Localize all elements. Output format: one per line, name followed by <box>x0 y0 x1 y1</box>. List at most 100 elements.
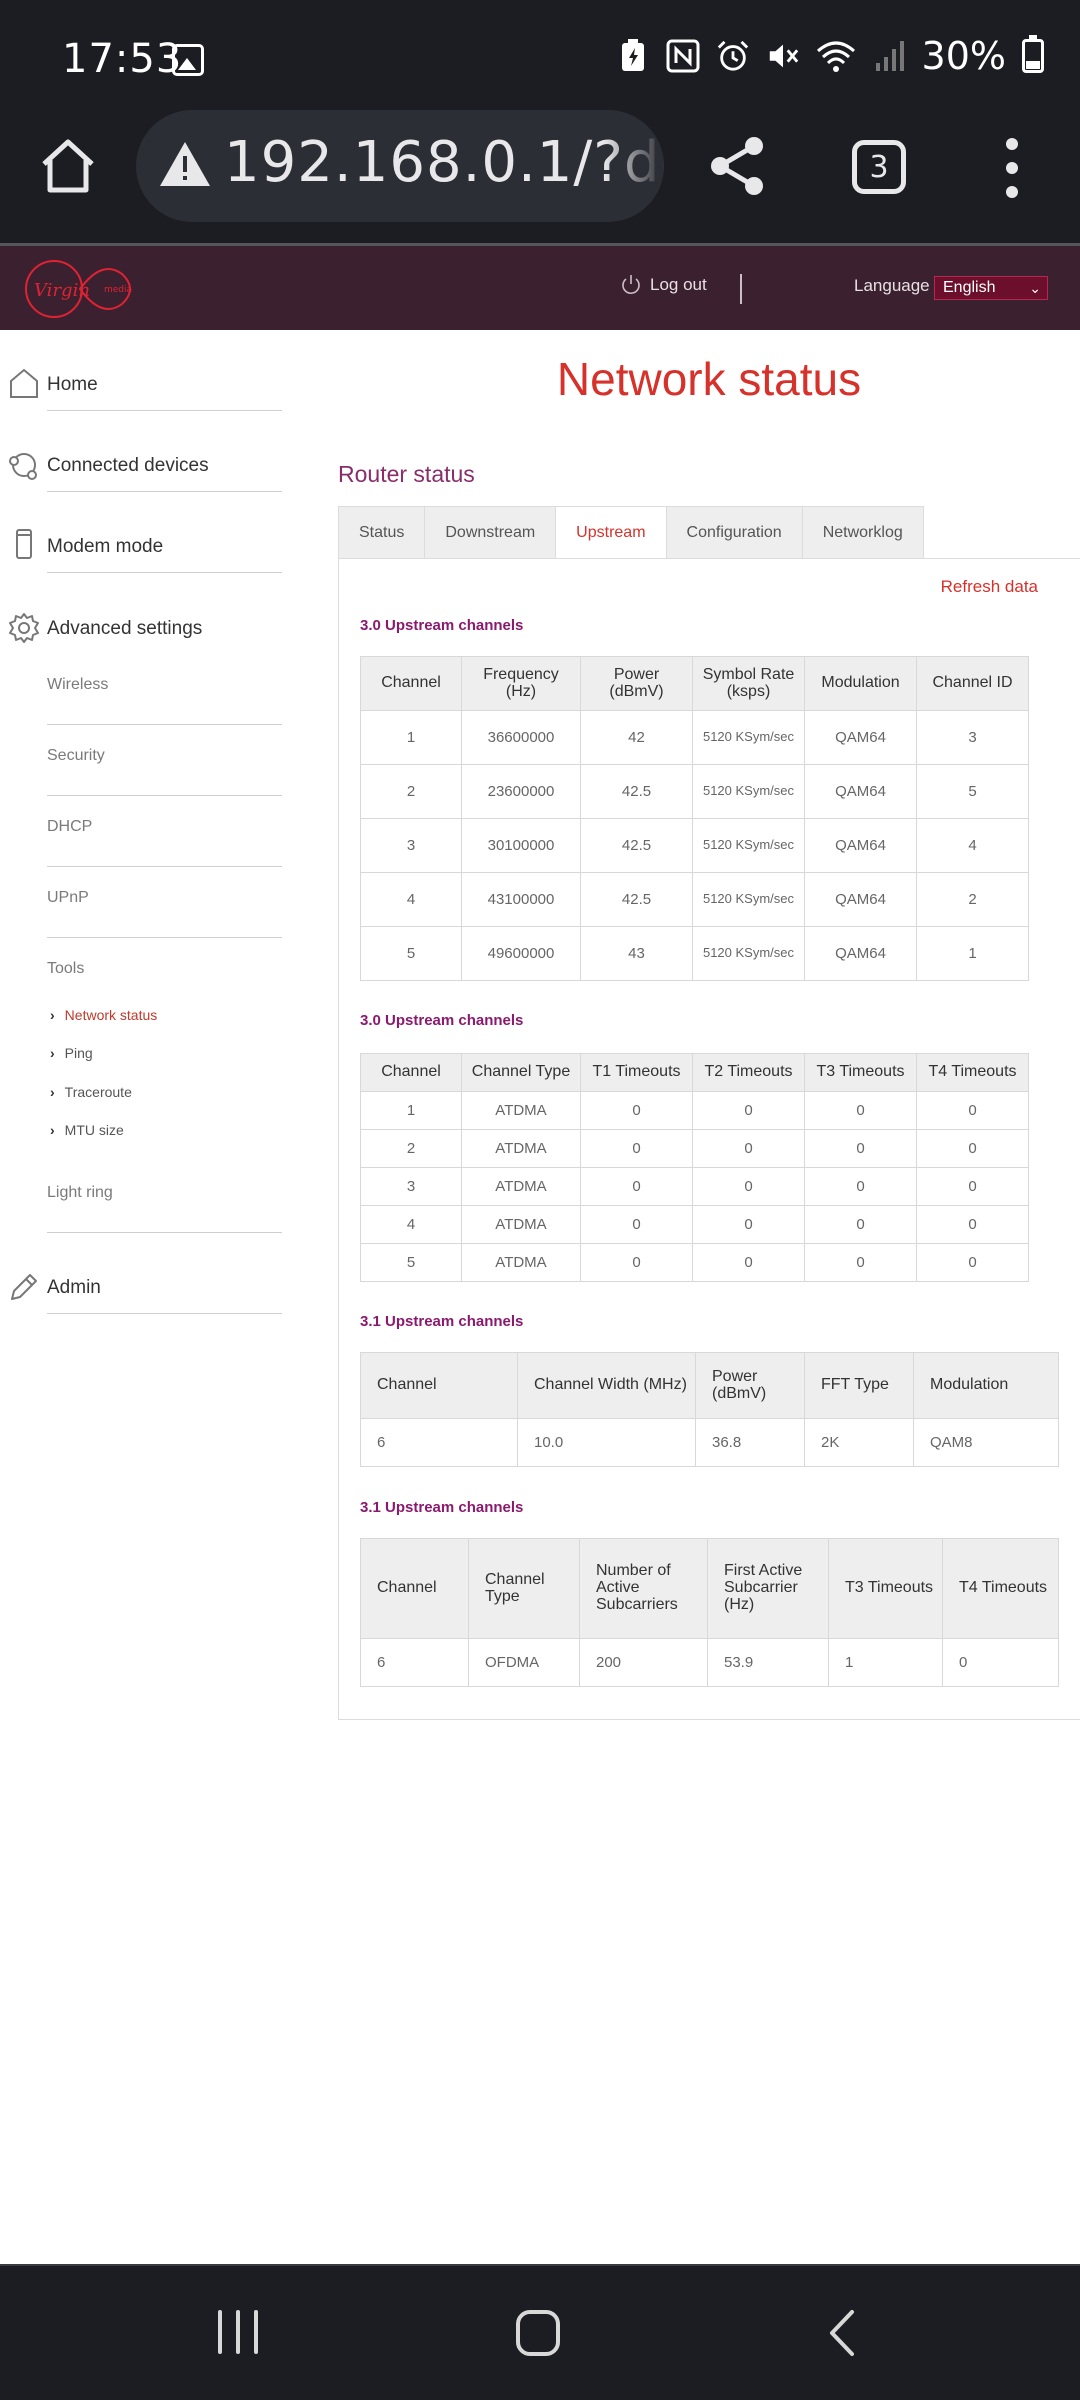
url-text[interactable]: 192.168.0.1/?device <box>224 130 664 195</box>
more-menu-icon[interactable] <box>998 138 1026 198</box>
sidebar-item-connected-devices[interactable]: Connected devices <box>0 411 282 492</box>
header-divider <box>740 274 742 304</box>
table-row: 6 OFDMA 200 53.9 1 0 <box>360 1638 1059 1687</box>
column-header: Frequency (Hz) <box>461 656 581 711</box>
table-cell: 1 <box>828 1638 943 1687</box>
table-cell: 0 <box>804 1091 917 1130</box>
chevron-right-icon: › <box>50 1084 55 1100</box>
table-cell: 0 <box>916 1091 1029 1130</box>
table-row: 5 ATDMA 0 0 0 0 <box>360 1243 1029 1282</box>
tab-status[interactable]: Status <box>338 506 425 559</box>
sidebar-item-advanced-settings[interactable]: Advanced settings <box>0 573 282 654</box>
table-cell: 0 <box>692 1167 805 1206</box>
column-header: T2 Timeouts <box>692 1053 805 1092</box>
column-header: FFT Type <box>804 1352 914 1419</box>
svg-text:Virgin: Virgin <box>34 280 90 301</box>
table-cell: 5120 KSym/sec <box>692 710 805 765</box>
table-cell: 0 <box>580 1167 693 1206</box>
chevron-right-icon: › <box>50 1007 55 1023</box>
logout-button[interactable]: Log out <box>620 274 707 296</box>
sidebar-item-tools[interactable]: Tools <box>47 938 282 978</box>
table-cell: 49600000 <box>461 926 581 981</box>
sidebar-item-wireless[interactable]: Wireless <box>47 654 282 725</box>
tab-switcher-button[interactable]: 3 <box>852 140 906 194</box>
sidebar-tool-network-status[interactable]: › Network status <box>50 1003 157 1027</box>
home-icon[interactable] <box>36 134 100 198</box>
page-title: Network status <box>556 353 862 405</box>
table-cell: 0 <box>580 1243 693 1282</box>
sidebar-item-light-ring[interactable]: Light ring <box>47 1162 282 1233</box>
table-cell: 0 <box>692 1091 805 1130</box>
status-icons: 30% <box>616 34 1044 78</box>
sidebar-item-admin[interactable]: Admin <box>0 1233 282 1314</box>
column-header: Channel <box>360 1538 469 1639</box>
language-value: English <box>943 279 996 296</box>
sidebar-item-home[interactable]: Home <box>0 330 282 411</box>
tab-networklog[interactable]: Networklog <box>801 506 924 559</box>
table-cell: 0 <box>580 1129 693 1168</box>
column-header: Channel <box>360 656 462 711</box>
upstream-31-table: Channel Channel Width (MHz) Power (dBmV)… <box>360 1352 1059 1467</box>
recent-apps-button[interactable] <box>218 2310 258 2354</box>
sidebar-tool-ping[interactable]: › Ping <box>50 1041 93 1065</box>
column-header: Channel Type <box>461 1053 581 1092</box>
home-button[interactable] <box>516 2310 560 2356</box>
sidebar-tool-mtu-size[interactable]: › MTU size <box>50 1118 124 1142</box>
table-cell: 3 <box>916 710 1029 765</box>
browser-toolbar: 192.168.0.1/?device 3 <box>0 110 1080 245</box>
table-cell: 5 <box>360 926 462 981</box>
alarm-icon <box>716 39 750 73</box>
table-cell: QAM8 <box>913 1418 1059 1467</box>
table-cell: 2 <box>916 872 1029 927</box>
table-cell: 42.5 <box>580 764 693 819</box>
tab-downstream[interactable]: Downstream <box>424 506 556 559</box>
back-button[interactable] <box>822 2308 866 2358</box>
section-title: Router status <box>338 461 475 487</box>
sidebar-item-dhcp[interactable]: DHCP <box>47 796 282 867</box>
table-cell: 42.5 <box>580 818 693 873</box>
refresh-data-link[interactable]: Refresh data <box>941 577 1038 597</box>
table-cell: 200 <box>579 1638 708 1687</box>
table-cell: 42.5 <box>580 872 693 927</box>
column-header: T4 Timeouts <box>942 1538 1059 1639</box>
share-icon[interactable] <box>706 134 770 198</box>
tool-label: Ping <box>64 1045 93 1061</box>
status-bar: 17:53 30% <box>0 0 1080 110</box>
sidebar-item-modem-mode[interactable]: Modem mode <box>0 492 282 573</box>
table-cell: 4 <box>360 872 462 927</box>
upstream-31-ofdma-table: Channel Channel Type Number of Active Su… <box>360 1538 1059 1687</box>
address-bar[interactable]: 192.168.0.1/?device <box>136 110 664 222</box>
sidebar-tool-traceroute[interactable]: › Traceroute <box>50 1080 132 1104</box>
sidebar-label-admin: Admin <box>47 1277 101 1298</box>
table-title: 3.1 Upstream channels <box>360 1499 524 1516</box>
table-cell: 2 <box>360 1129 462 1168</box>
table-cell: 3 <box>360 1167 462 1206</box>
table-cell: ATDMA <box>461 1167 581 1206</box>
language-select[interactable]: English ⌄ <box>934 276 1048 300</box>
sidebar-label-home: Home <box>47 374 98 395</box>
router-header: Virgin media Log out Language English ⌄ <box>0 246 1080 330</box>
table-cell: 5120 KSym/sec <box>692 926 805 981</box>
status-time: 17:53 <box>62 36 183 82</box>
table-cell: 0 <box>692 1205 805 1244</box>
sidebar-label-advanced-settings: Advanced settings <box>47 618 203 639</box>
sidebar-item-security[interactable]: Security <box>47 725 282 796</box>
table-cell: 0 <box>916 1129 1029 1168</box>
tab-configuration[interactable]: Configuration <box>665 506 802 559</box>
column-header: T1 Timeouts <box>580 1053 693 1092</box>
table-title: 3.1 Upstream channels <box>360 1313 524 1330</box>
tab-upstream[interactable]: Upstream <box>555 506 666 559</box>
table-title: 3.0 Upstream channels <box>360 1012 524 1029</box>
table-cell: 0 <box>804 1243 917 1282</box>
column-header: T4 Timeouts <box>916 1053 1029 1092</box>
table-cell: 4 <box>360 1205 462 1244</box>
sidebar-item-upnp[interactable]: UPnP <box>47 867 282 938</box>
mute-icon <box>766 39 800 73</box>
sidebar-label-modem-mode: Modem mode <box>47 536 164 557</box>
chevron-right-icon: › <box>50 1045 55 1061</box>
table-cell: 42 <box>580 710 693 765</box>
virgin-media-logo[interactable]: Virgin media <box>22 254 140 324</box>
battery-icon <box>1022 35 1044 73</box>
tool-label: Network status <box>64 1007 158 1023</box>
table-cell: 0 <box>916 1167 1029 1206</box>
